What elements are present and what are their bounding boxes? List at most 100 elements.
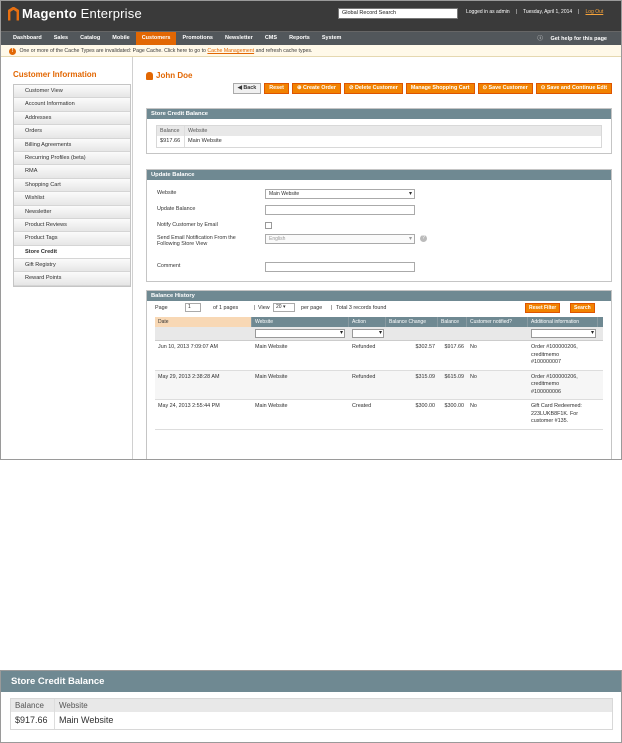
- table-row: May 24, 2013 2:55:44 PM Main Website Creat…: [155, 400, 603, 430]
- sidebar-item-billing-agreements[interactable]: Billing Agreements: [14, 138, 130, 152]
- table-cell: No: [470, 403, 477, 409]
- table-cell: Main Website: [255, 344, 288, 350]
- reset-filter-button[interactable]: Reset Filter: [525, 303, 561, 313]
- balance-table: Balance Website $917.66 Main Website: [156, 125, 602, 148]
- store-view-select[interactable]: English: [265, 234, 415, 244]
- cache-message: ! One or more of the Cache Types are inv…: [1, 45, 621, 57]
- table-cell: $302.57: [415, 344, 436, 350]
- admin-header: Magento Enterprise Global Record Search …: [1, 1, 621, 31]
- search-button[interactable]: Search: [570, 303, 595, 313]
- magento-logo[interactable]: Magento Enterprise: [8, 6, 142, 21]
- user-info: Logged in as admin | Tuesday, April 1, 2…: [466, 9, 604, 15]
- global-search-input[interactable]: Global Record Search: [338, 8, 458, 19]
- page-count: of 1 pages: [213, 305, 239, 311]
- column-header-date[interactable]: Date: [155, 317, 252, 327]
- nav-item-dashboard[interactable]: Dashboard: [7, 32, 48, 45]
- table-row: $917.66 Main Website: [157, 136, 601, 147]
- logout-link[interactable]: Log Out: [585, 9, 603, 15]
- customer-icon: [146, 71, 153, 80]
- balance-value: $917.66: [157, 136, 185, 147]
- sidebar-item-account-information[interactable]: Account Information: [14, 98, 130, 112]
- warning-icon: !: [9, 48, 16, 55]
- update-balance-input[interactable]: [265, 205, 415, 215]
- nav-item-customers[interactable]: Customers: [135, 32, 177, 45]
- sidebar-item-orders[interactable]: Orders: [14, 125, 130, 139]
- manage-cart-button[interactable]: Manage Shopping Cart: [405, 83, 475, 94]
- column-header-website[interactable]: Website: [252, 317, 349, 327]
- sidebar-item-rma[interactable]: RMA: [14, 165, 130, 179]
- sidebar-item-store-credit[interactable]: Store Credit: [14, 245, 130, 260]
- customer-name: John Doe: [156, 71, 193, 80]
- nav-item-catalog[interactable]: Catalog: [74, 32, 106, 45]
- help-link[interactable]: ⓘ Get help for this page: [537, 33, 613, 46]
- column-header-additional-information[interactable]: Additional information: [528, 317, 598, 327]
- table-cell: May 24, 2013 2:55:44 PM: [158, 403, 220, 409]
- table-cell: Refunded: [352, 373, 376, 380]
- action-buttons: ◀ Back Reset ⊕ Create Order ⊘ Delete Cus…: [232, 83, 612, 94]
- table-cell: Jun 10, 2013 7:09:07 AM: [158, 344, 218, 350]
- total-records: Total 3 records found: [336, 305, 387, 311]
- logged-in-text: Logged in as admin: [466, 9, 510, 15]
- zoom-col-balance: Balance: [11, 699, 55, 712]
- per-page-select[interactable]: 20 ▾: [273, 303, 295, 312]
- sidebar-item-gift-registry[interactable]: Gift Registry: [14, 259, 130, 273]
- reset-button[interactable]: Reset: [264, 83, 289, 94]
- store-credit-section: Store Credit Balance Balance Website $91…: [146, 108, 612, 154]
- sidebar-title: Customer Information: [13, 70, 97, 79]
- sidebar-item-newsletter[interactable]: Newsletter: [14, 205, 130, 219]
- help-icon: ?: [420, 235, 427, 242]
- col-website: Website: [188, 128, 208, 134]
- table-row: $917.66 Main Website: [11, 712, 612, 729]
- table-row: Jun 10, 2013 7:09:07 AM Main Website Refun…: [155, 341, 603, 371]
- sidebar-item-recurring-profiles-beta[interactable]: Recurring Profiles (beta): [14, 151, 130, 166]
- column-header-balance-change[interactable]: Balance Change: [386, 317, 438, 327]
- notify-checkbox[interactable]: [265, 222, 272, 229]
- col-balance: Balance: [157, 126, 185, 136]
- save-customer-button[interactable]: ⊙ Save Customer: [477, 83, 533, 94]
- cache-management-link[interactable]: Cache Management: [207, 48, 254, 54]
- table-cell: $615.09: [444, 373, 465, 380]
- table-cell: $300.00: [415, 403, 436, 409]
- table-cell: Gift Card Redeemed: 223LUKB8F1K. For cus…: [531, 403, 582, 424]
- website-select[interactable]: Main Website: [265, 189, 415, 199]
- zoom-header: Store Credit Balance: [1, 671, 621, 692]
- admin-screenshot: Magento Enterprise Global Record Search …: [0, 0, 622, 460]
- sidebar-item-product-reviews[interactable]: Product Reviews: [14, 218, 130, 233]
- sidebar-item-wishlist[interactable]: Wishlist: [14, 192, 130, 206]
- comment-label: Comment: [157, 263, 181, 269]
- table-cell: Main Website: [255, 373, 288, 380]
- create-order-button[interactable]: ⊕ Create Order: [291, 83, 341, 94]
- table-cell: Order #100000206, creditmemo #100000007: [531, 344, 578, 365]
- column-header-customer-notified[interactable]: Customer notified?: [467, 317, 528, 327]
- nav-item-cms[interactable]: CMS: [259, 32, 283, 45]
- nav-item-system[interactable]: System: [316, 32, 348, 45]
- table-cell: $315.09: [415, 373, 436, 380]
- sidebar-item-shopping-cart[interactable]: Shopping Cart: [14, 178, 130, 193]
- column-header-balance[interactable]: Balance: [438, 317, 467, 327]
- sidebar-item-reward-points[interactable]: Reward Points: [14, 272, 130, 286]
- save-continue-button[interactable]: ⊙ Save and Continue Edit: [535, 83, 612, 94]
- nav-item-mobile[interactable]: Mobile: [106, 32, 135, 45]
- logo-edition: Enterprise: [80, 6, 142, 21]
- delete-customer-button[interactable]: ⊘ Delete Customer: [343, 83, 403, 94]
- website-filter[interactable]: [255, 329, 345, 338]
- sidebar-item-product-tags[interactable]: Product Tags: [14, 232, 130, 246]
- sidebar-item-addresses[interactable]: Addresses: [14, 111, 130, 126]
- table-row: May 29, 2013 2:38:28 AM Main Website Refun…: [155, 370, 603, 400]
- update-balance-label: Update Balance: [157, 206, 196, 212]
- nav-item-sales[interactable]: Sales: [48, 32, 74, 45]
- nav-item-promotions[interactable]: Promotions: [176, 32, 219, 45]
- page-title: John Doe: [146, 69, 612, 82]
- zoom-col-website: Website: [59, 701, 88, 710]
- nav-item-reports[interactable]: Reports: [283, 32, 316, 45]
- info-filter[interactable]: [531, 329, 596, 338]
- message-text-end: and refresh cache types.: [255, 48, 313, 54]
- comment-input[interactable]: [265, 262, 415, 272]
- table-cell: Refunded: [352, 344, 376, 350]
- action-filter[interactable]: [352, 329, 384, 338]
- back-button[interactable]: ◀ Back: [232, 83, 262, 94]
- nav-item-newsletter[interactable]: Newsletter: [219, 32, 259, 45]
- column-header-action[interactable]: Action: [349, 317, 386, 327]
- sidebar-item-customer-view[interactable]: Customer View: [14, 85, 130, 99]
- page-input[interactable]: 1: [185, 303, 201, 312]
